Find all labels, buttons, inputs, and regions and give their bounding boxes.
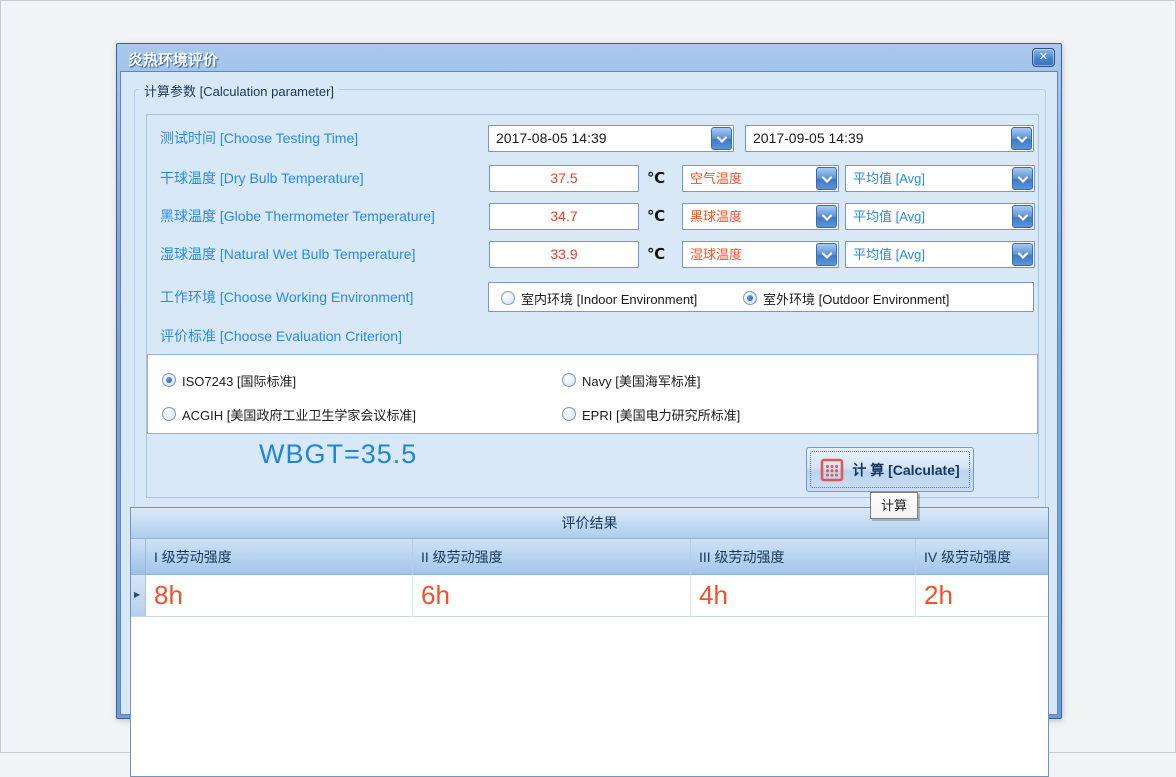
calculate-button[interactable]: 计 算 [Calculate]	[806, 447, 974, 492]
dry-bulb-row: 干球温度 [Dry Bulb Temperature] 37.5 ℃ 空气温度 …	[147, 165, 1038, 192]
radio-indoor-environment[interactable]: 室内环境 [Indoor Environment]	[501, 284, 697, 312]
wet-bulb-source-combobox[interactable]: 湿球温度	[682, 241, 839, 268]
evaluation-result-table: 评价结果 I 级劳动强度 II 级劳动强度 III 级劳动强度 IV 级劳动强度…	[130, 507, 1049, 777]
globe-temp-source-dropdown-button[interactable]	[816, 205, 837, 228]
radio-iso7243[interactable]: ISO7243 [国际标准]	[162, 366, 296, 394]
evaluation-criterion-box: ISO7243 [国际标准] Navy [美国海军标准] ACGIH [美国政府…	[147, 354, 1038, 434]
chevron-down-icon	[821, 214, 833, 222]
radio-icon	[162, 407, 176, 421]
column-header-level4[interactable]: IV 级劳动强度	[916, 539, 1049, 575]
radio-epri-label: EPRI [美国电力研究所标准]	[582, 405, 740, 424]
radio-iso7243-label: ISO7243 [国际标准]	[182, 371, 296, 390]
wet-bulb-value-input[interactable]: 33.9	[489, 241, 639, 268]
radio-acgih[interactable]: ACGIH [美国政府工业卫生学家会议标准]	[162, 400, 416, 428]
globe-temp-source-combobox[interactable]: 黑球温度	[682, 203, 839, 230]
globe-temp-value-input[interactable]: 34.7	[489, 203, 639, 230]
wet-bulb-stat-combobox[interactable]: 平均值 [Avg]	[845, 241, 1035, 268]
dry-bulb-unit: ℃	[647, 165, 665, 192]
label-globe-temp: 黑球温度 [Globe Thermometer Temperature]	[160, 203, 435, 230]
radio-navy[interactable]: Navy [美国海军标准]	[562, 366, 700, 394]
close-icon: ✕	[1039, 51, 1048, 63]
table-row-header-gutter	[131, 539, 146, 575]
label-working-environment: 工作环境 [Choose Working Environment]	[160, 282, 413, 312]
dry-bulb-stat-value: 平均值 [Avg]	[853, 166, 925, 191]
chevron-down-icon	[1017, 214, 1029, 222]
globe-temp-source-value: 黑球温度	[690, 204, 742, 229]
dry-bulb-value-input[interactable]: 37.5	[489, 165, 639, 192]
column-header-level3[interactable]: III 级劳动强度	[691, 539, 916, 575]
dialog-client-area: 计算参数 [Calculation parameter] 测试时间 [Choos…	[120, 71, 1058, 715]
chevron-down-icon	[821, 252, 833, 260]
globe-temp-stat-dropdown-button[interactable]	[1012, 205, 1033, 228]
chevron-down-icon	[716, 136, 728, 144]
working-environment-box: 室内环境 [Indoor Environment] 室外环境 [Outdoor …	[488, 282, 1034, 312]
radio-icon	[562, 373, 576, 387]
current-row-selector[interactable]: ▶	[131, 575, 146, 617]
calculator-icon	[820, 458, 844, 482]
chevron-down-icon	[1017, 252, 1029, 260]
wet-bulb-stat-value: 平均值 [Avg]	[853, 242, 925, 267]
cell-level1-hours[interactable]: 8h	[146, 575, 413, 617]
hot-environment-dialog: 炎热环境评价 ✕ 计算参数 [Calculation parameter] 测试…	[116, 43, 1062, 719]
globe-temp-stat-combobox[interactable]: 平均值 [Avg]	[845, 203, 1035, 230]
titlebar[interactable]: 炎热环境评价 ✕	[120, 47, 1058, 71]
testing-time-start-combobox[interactable]: 2017-08-05 14:39	[488, 125, 734, 152]
window-title: 炎热环境评价	[128, 49, 218, 70]
radio-outdoor-environment[interactable]: 室外环境 [Outdoor Environment]	[743, 284, 949, 312]
globe-temp-row: 黑球温度 [Globe Thermometer Temperature] 34.…	[147, 203, 1038, 230]
desktop-background: 炎热环境评价 ✕ 计算参数 [Calculation parameter] 测试…	[0, 0, 1176, 753]
dry-bulb-source-value: 空气温度	[690, 166, 742, 191]
chevron-down-icon	[1017, 176, 1029, 184]
cell-level3-hours[interactable]: 4h	[691, 575, 916, 617]
radio-outdoor-label: 室外环境 [Outdoor Environment]	[763, 289, 949, 308]
radio-indoor-label: 室内环境 [Indoor Environment]	[521, 289, 697, 308]
column-header-level1[interactable]: I 级劳动强度	[146, 539, 413, 575]
parameters-panel: 测试时间 [Choose Testing Time] 2017-08-05 14…	[146, 114, 1039, 498]
dry-bulb-source-combobox[interactable]: 空气温度	[682, 165, 839, 192]
current-row-marker-icon: ▶	[134, 590, 140, 599]
cell-level2-hours[interactable]: 6h	[413, 575, 691, 617]
radio-icon	[562, 407, 576, 421]
radio-navy-label: Navy [美国海军标准]	[582, 371, 700, 390]
close-button[interactable]: ✕	[1032, 48, 1055, 67]
chevron-down-icon	[1016, 136, 1028, 144]
radio-icon	[162, 373, 176, 387]
wbgt-result-text: WBGT=35.5	[259, 439, 417, 470]
globe-temp-unit: ℃	[647, 203, 665, 230]
wet-bulb-row: 湿球温度 [Natural Wet Bulb Temperature] 33.9…	[147, 241, 1038, 268]
label-testing-time: 测试时间 [Choose Testing Time]	[160, 125, 358, 152]
globe-temp-stat-value: 平均值 [Avg]	[853, 204, 925, 229]
wet-bulb-source-value: 湿球温度	[690, 242, 742, 267]
testing-time-start-dropdown-button[interactable]	[711, 127, 732, 150]
label-dry-bulb: 干球温度 [Dry Bulb Temperature]	[160, 165, 364, 192]
cell-level4-hours[interactable]: 2h	[916, 575, 1049, 617]
testing-time-end-combobox[interactable]: 2017-09-05 14:39	[745, 125, 1034, 152]
groupbox-label: 计算参数 [Calculation parameter]	[139, 81, 339, 100]
testing-time-row: 测试时间 [Choose Testing Time] 2017-08-05 14…	[147, 125, 1038, 152]
dry-bulb-source-dropdown-button[interactable]	[816, 167, 837, 190]
testing-time-end-dropdown-button[interactable]	[1011, 127, 1032, 150]
chevron-down-icon	[821, 176, 833, 184]
testing-time-end-value: 2017-09-05 14:39	[753, 126, 864, 151]
radio-acgih-label: ACGIH [美国政府工业卫生学家会议标准]	[182, 405, 416, 424]
wet-bulb-source-dropdown-button[interactable]	[816, 243, 837, 266]
dry-bulb-stat-combobox[interactable]: 平均值 [Avg]	[845, 165, 1035, 192]
label-evaluation-criterion: 评价标准 [Choose Evaluation Criterion]	[160, 323, 402, 350]
table-row: 8h 6h 4h 2h	[146, 575, 1048, 617]
wet-bulb-unit: ℃	[647, 241, 665, 268]
dry-bulb-stat-dropdown-button[interactable]	[1012, 167, 1033, 190]
radio-icon	[743, 291, 757, 305]
wet-bulb-stat-dropdown-button[interactable]	[1012, 243, 1033, 266]
label-wet-bulb: 湿球温度 [Natural Wet Bulb Temperature]	[160, 241, 415, 268]
radio-epri[interactable]: EPRI [美国电力研究所标准]	[562, 400, 740, 428]
table-column-headers: I 级劳动强度 II 级劳动强度 III 级劳动强度 IV 级劳动强度	[146, 539, 1048, 575]
calculate-button-label: 计 算 [Calculate]	[852, 460, 959, 480]
working-environment-row: 工作环境 [Choose Working Environment] 室内环境 […	[147, 282, 1038, 312]
column-header-level2[interactable]: II 级劳动强度	[413, 539, 691, 575]
calculate-tooltip: 计算	[870, 492, 918, 519]
radio-icon	[501, 291, 515, 305]
testing-time-start-value: 2017-08-05 14:39	[496, 126, 607, 151]
